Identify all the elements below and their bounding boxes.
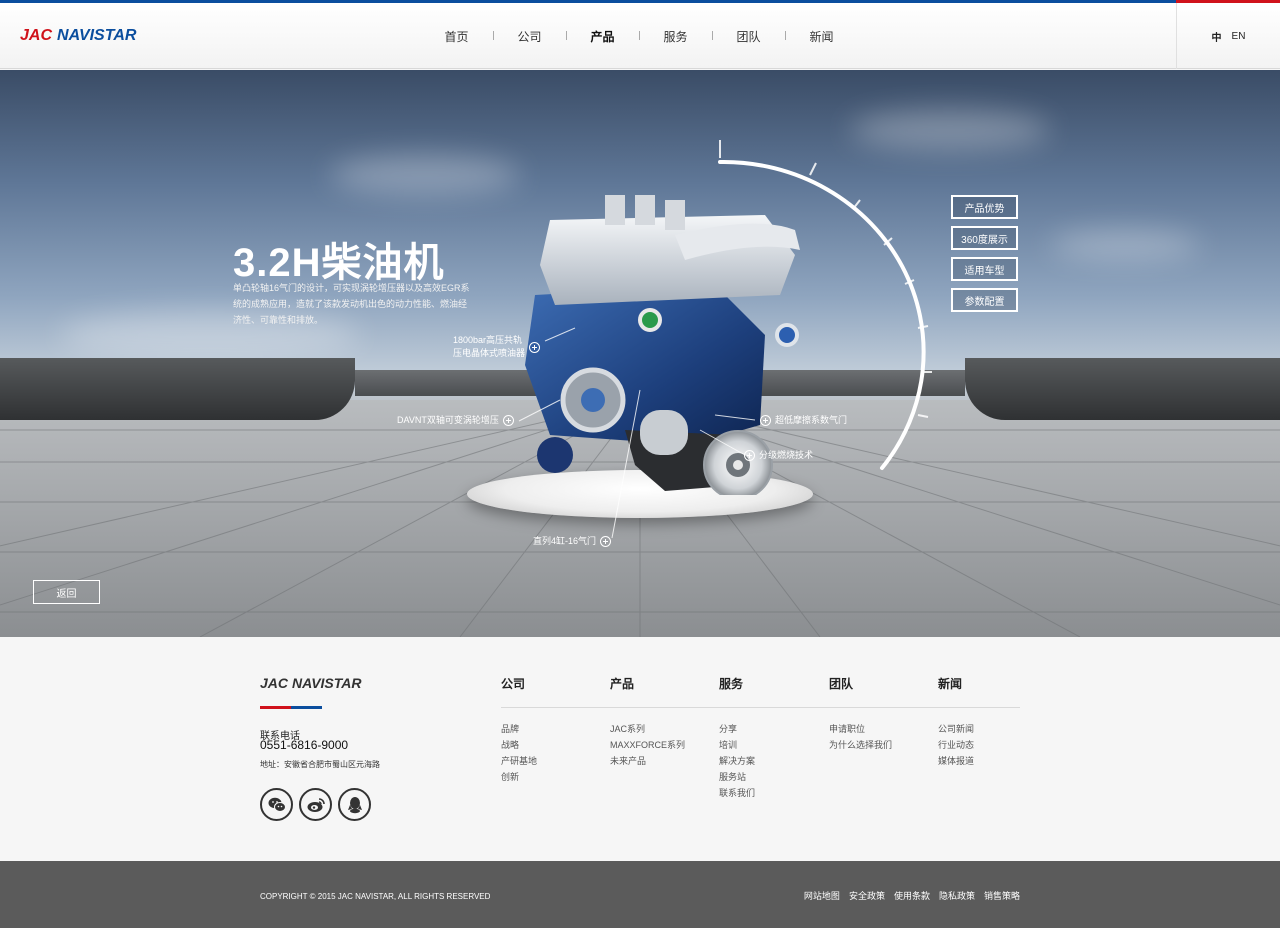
footer-col-head[interactable]: 团队 [829, 675, 892, 692]
callout-turbo-text: DAVNT双轴可变涡轮增压 [397, 415, 499, 425]
footer-link[interactable]: 联系我们 [719, 785, 755, 801]
callout-cylinders-text: 直列4缸-16气门 [533, 536, 597, 546]
product-side-menu: 产品优势 360度展示 适用车型 参数配置 [951, 195, 1018, 319]
weibo-icon[interactable] [299, 788, 332, 821]
plus-circle-icon[interactable] [529, 341, 541, 353]
footer-logo-jac: JAC [260, 675, 289, 691]
footer-col-team: 团队 申请职位 为什么选择我们 [829, 675, 892, 753]
copyright-text: COPYRIGHT © 2015 JAC NAVISTAR, ALL RIGHT… [260, 892, 491, 901]
contact-phone: 0551-6816-9000 [260, 738, 349, 752]
logo-navistar: NAVISTAR [57, 27, 137, 44]
footer-logo-navistar: NAVISTAR [292, 675, 362, 691]
footer-col-head[interactable]: 服务 [719, 675, 755, 692]
footer: JAC NAVISTAR 联系电话 0551-6816-9000 地址：安徽省合… [0, 637, 1280, 861]
btn-360-view[interactable]: 360度展示 [951, 226, 1018, 250]
plus-circle-icon[interactable] [600, 536, 612, 547]
back-button[interactable]: 返回 [33, 580, 100, 604]
link-sitemap[interactable]: 网站地图 [804, 889, 840, 902]
footer-link[interactable]: JAC系列 [610, 721, 685, 737]
callout-cylinders[interactable]: 直列4缸-16气门 [533, 535, 612, 548]
header: JAC NAVISTAR 首页 公司 产品 服务 团队 新闻 中 EN [0, 3, 1280, 69]
footer-link[interactable]: 战略 [501, 737, 537, 753]
btn-advantages[interactable]: 产品优势 [951, 195, 1018, 219]
footer-col-head[interactable]: 产品 [610, 675, 685, 692]
btn-specifications[interactable]: 参数配置 [951, 288, 1018, 312]
link-privacy[interactable]: 隐私政策 [939, 889, 975, 902]
footer-link[interactable]: MAXXFORCE系列 [610, 737, 685, 753]
main-nav: 首页 公司 产品 服务 团队 新闻 [420, 3, 858, 69]
link-security-policy[interactable]: 安全政策 [849, 889, 885, 902]
footer-accent-bar [260, 706, 322, 709]
footer-link[interactable]: 产研基地 [501, 753, 537, 769]
logo-jac: JAC [20, 27, 53, 44]
callout-valve[interactable]: 超低摩擦系数气门 [760, 414, 847, 427]
footer-link[interactable]: 申请职位 [829, 721, 892, 737]
footer-link[interactable]: 创新 [501, 769, 537, 785]
link-sales-policy[interactable]: 销售策略 [984, 889, 1020, 902]
footer-link[interactable]: 品牌 [501, 721, 537, 737]
footer-col-head[interactable]: 公司 [501, 675, 537, 692]
callout-lines [518, 327, 756, 539]
social-links [260, 788, 371, 821]
footer-link[interactable]: 公司新闻 [938, 721, 974, 737]
callout-combustion-text: 分级燃烧技术 [759, 450, 814, 460]
language-switcher: 中 EN [1176, 3, 1280, 69]
callout-common-rail-text: 1800bar高压共轨 压电晶体式喷油器 [453, 335, 526, 358]
bottom-bar: COPYRIGHT © 2015 JAC NAVISTAR, ALL RIGHT… [0, 861, 1280, 928]
btn-vehicle-models[interactable]: 适用车型 [951, 257, 1018, 281]
footer-link[interactable]: 分享 [719, 721, 755, 737]
footer-link[interactable]: 行业动态 [938, 737, 974, 753]
footer-col-news: 新闻 公司新闻 行业动态 媒体报道 [938, 675, 974, 769]
nav-item-team[interactable]: 团队 [712, 28, 786, 45]
footer-logo[interactable]: JAC NAVISTAR [260, 675, 362, 691]
lang-en[interactable]: EN [1232, 31, 1246, 42]
hero-description: 单凸轮轴16气门的设计，可实现涡轮增压器以及高效EGR系统的成熟应用，造就了该款… [233, 283, 470, 325]
legal-links: 网站地图 安全政策 使用条款 隐私政策 销售策略 [804, 889, 1020, 902]
footer-link[interactable]: 未来产品 [610, 753, 685, 769]
nav-item-home[interactable]: 首页 [420, 28, 494, 45]
footer-link[interactable]: 为什么选择我们 [829, 737, 892, 753]
plus-circle-icon[interactable] [744, 450, 755, 461]
footer-link[interactable]: 服务站 [719, 769, 755, 785]
nav-item-company[interactable]: 公司 [493, 28, 567, 45]
callout-turbo[interactable]: DAVNT双轴可变涡轮增压 [397, 414, 514, 427]
plus-circle-icon[interactable] [760, 415, 771, 426]
nav-item-products[interactable]: 产品 [566, 28, 640, 45]
footer-link[interactable]: 培训 [719, 737, 755, 753]
footer-col-company: 公司 品牌 战略 产研基地 创新 [501, 675, 537, 785]
link-terms[interactable]: 使用条款 [894, 889, 930, 902]
callout-valve-text: 超低摩擦系数气门 [775, 415, 848, 425]
footer-link[interactable]: 解决方案 [719, 753, 755, 769]
callout-combustion[interactable]: 分级燃烧技术 [744, 449, 813, 462]
footer-col-head[interactable]: 新闻 [938, 675, 974, 692]
hero-banner: 3.2H柴油机 单凸轮轴16气门的设计，可实现涡轮增压器以及高效EGR系统的成熟… [0, 70, 1280, 637]
plus-circle-icon[interactable] [502, 415, 514, 426]
wechat-icon[interactable] [260, 788, 293, 821]
contact-address: 地址：安徽省合肥市蜀山区元海路 [260, 760, 380, 769]
brand-logo[interactable]: JAC NAVISTAR [20, 27, 136, 45]
nav-item-service[interactable]: 服务 [639, 28, 713, 45]
footer-link[interactable]: 媒体报道 [938, 753, 974, 769]
nav-item-news[interactable]: 新闻 [785, 28, 858, 45]
callout-common-rail[interactable]: 1800bar高压共轨 压电晶体式喷油器 [453, 334, 541, 360]
footer-col-service: 服务 分享 培训 解决方案 服务站 联系我们 [719, 675, 755, 801]
qq-icon[interactable] [338, 788, 371, 821]
footer-col-products: 产品 JAC系列 MAXXFORCE系列 未来产品 [610, 675, 685, 769]
lang-zh[interactable]: 中 [1212, 29, 1222, 44]
